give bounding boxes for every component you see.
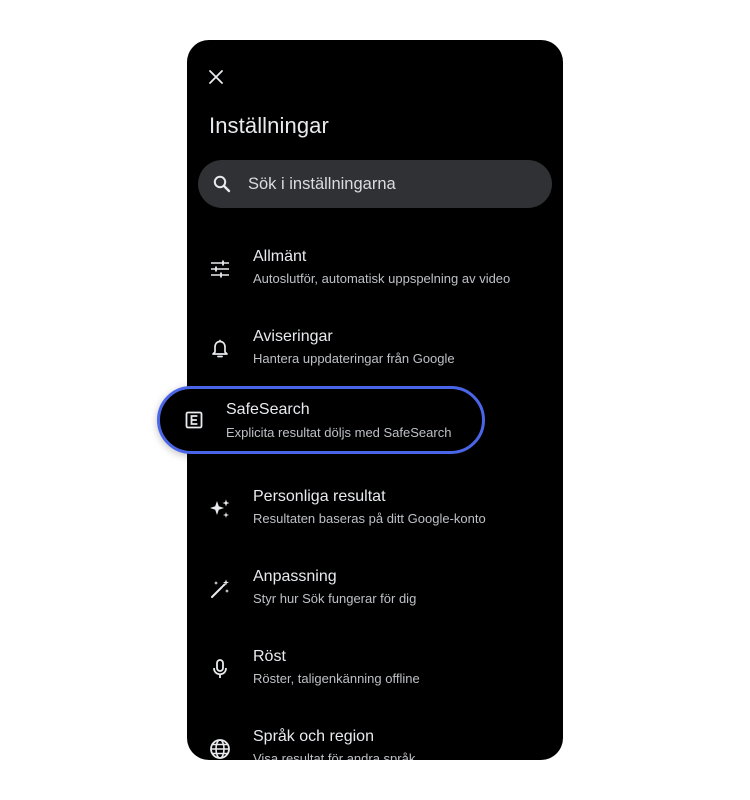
globe-icon bbox=[208, 737, 232, 760]
settings-item-subtitle: Styr hur Sök fungerar för dig bbox=[253, 591, 417, 606]
sparkle-icon bbox=[208, 497, 232, 521]
settings-item-title: Anpassning bbox=[253, 568, 337, 585]
settings-item-title: Personliga resultat bbox=[253, 488, 386, 505]
settings-item-personal-results[interactable]: Personliga resultat Resultaten baseras p… bbox=[187, 475, 563, 545]
settings-item-subtitle: Hantera uppdateringar från Google bbox=[253, 351, 455, 366]
settings-item-customization[interactable]: Anpassning Styr hur Sök fungerar för dig bbox=[187, 555, 563, 625]
settings-item-title: SafeSearch bbox=[226, 401, 310, 418]
magic-wand-icon bbox=[208, 577, 232, 601]
settings-item-title: Röst bbox=[253, 648, 286, 665]
close-button[interactable] bbox=[201, 62, 231, 92]
search-placeholder: Sök i inställningarna bbox=[248, 174, 396, 193]
settings-item-subtitle: Explicita resultat döljs med SafeSearch bbox=[226, 425, 452, 440]
settings-item-notifications[interactable]: Aviseringar Hantera uppdateringar från G… bbox=[187, 315, 563, 385]
bell-icon bbox=[208, 337, 232, 361]
settings-item-title: Aviseringar bbox=[253, 328, 333, 345]
search-icon bbox=[212, 174, 232, 194]
microphone-icon bbox=[208, 657, 232, 681]
settings-item-subtitle: Resultaten baseras på ditt Google-konto bbox=[253, 511, 486, 526]
settings-item-safesearch[interactable]: SafeSearch Explicita resultat döljs med … bbox=[157, 386, 485, 454]
settings-item-language-region[interactable]: Språk och region Visa resultat för andra… bbox=[187, 715, 563, 760]
settings-item-subtitle: Röster, taligenkänning offline bbox=[253, 671, 420, 686]
settings-item-subtitle: Visa resultat för andra språk bbox=[253, 751, 416, 760]
explicit-icon bbox=[183, 409, 205, 431]
settings-item-general[interactable]: Allmänt Autoslutför, automatisk uppspeln… bbox=[187, 235, 563, 305]
search-input[interactable]: Sök i inställningarna bbox=[198, 160, 552, 208]
settings-item-title: Allmänt bbox=[253, 248, 307, 265]
tune-icon bbox=[208, 257, 232, 281]
page-title: Inställningar bbox=[209, 113, 329, 138]
settings-item-title: Språk och region bbox=[253, 728, 374, 745]
settings-item-subtitle: Autoslutför, automatisk uppspelning av v… bbox=[253, 271, 511, 286]
close-icon bbox=[208, 69, 224, 85]
settings-item-voice[interactable]: Röst Röster, taligenkänning offline bbox=[187, 635, 563, 705]
